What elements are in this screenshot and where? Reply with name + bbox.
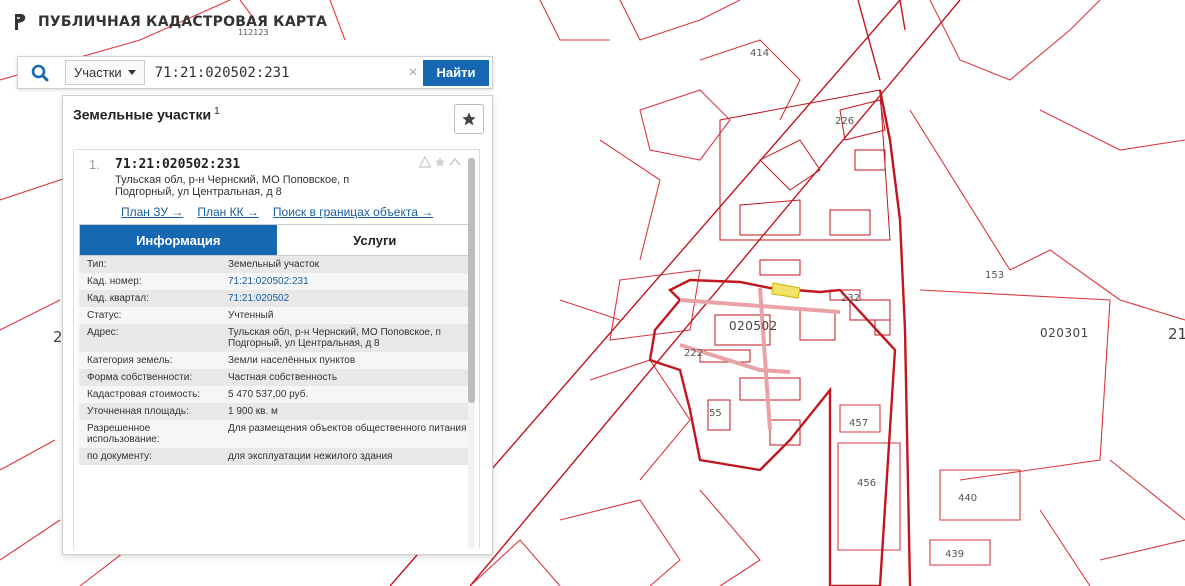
- map-label-226: 226: [835, 116, 855, 127]
- search-type-label: Участки: [74, 65, 122, 80]
- info-label: по документу:: [87, 451, 152, 462]
- map-label-439: 439: [945, 549, 965, 560]
- info-value: 5 470 537,00 руб.: [228, 389, 309, 400]
- results-count: 1: [214, 106, 220, 117]
- panel-title: Земельные участки 1: [73, 106, 220, 123]
- info-label: Категория земель:: [87, 355, 173, 366]
- map-label-020502: 020502: [729, 319, 778, 333]
- result-actions: [419, 156, 461, 168]
- info-row-permitted-use: Разрешенное использование: Для размещения…: [79, 420, 474, 448]
- cad-quarter-link[interactable]: 71:21:020502: [220, 290, 474, 307]
- favorite-star-icon[interactable]: [434, 156, 446, 168]
- info-label: Разрешенное использование:: [87, 423, 160, 445]
- info-row-by-document: по документу: для эксплуатации нежилого з…: [79, 448, 474, 465]
- results-panel: Земельные участки 1 1. 71:21:020502:231 Т…: [62, 95, 493, 555]
- tab-services[interactable]: Услуги: [276, 225, 473, 255]
- cad-number-link[interactable]: 71:21:020502:231: [220, 273, 474, 290]
- search-button[interactable]: [18, 57, 62, 88]
- collapse-chevron-icon[interactable]: [449, 156, 461, 168]
- map-label-414: 414: [750, 48, 770, 59]
- map-label-153: 153: [985, 270, 1005, 281]
- plan-zu-link[interactable]: План ЗУ →: [121, 205, 183, 219]
- info-table: Тип: Земельный участок Кад. номер: 71:21:0…: [79, 256, 474, 465]
- app-logo[interactable]: ПУБЛИЧНАЯ КАДАСТРОВАЯ КАРТА: [12, 12, 327, 32]
- info-row-status: Статус: Учтенный: [79, 307, 474, 324]
- info-label: Адрес:: [87, 327, 119, 338]
- search-bar: Участки × Найти: [17, 56, 493, 89]
- find-button[interactable]: Найти: [423, 59, 489, 86]
- info-label: Тип:: [87, 259, 107, 270]
- info-label: Статус:: [87, 310, 122, 321]
- info-row-area: Уточненная площадь: 1 900 кв. м: [79, 403, 474, 420]
- map-label-55: 55: [709, 408, 722, 419]
- info-value: Земли населённых пунктов: [228, 355, 356, 366]
- info-label: Кад. номер:: [87, 276, 142, 287]
- map-label-222: 222: [684, 348, 704, 359]
- info-row-address: Адрес: Тульская обл, р-н Чернский, МО Поп…: [79, 324, 474, 352]
- info-value: Для размещения объектов общественного пи…: [228, 423, 467, 434]
- info-value: Частная собственность: [228, 372, 338, 383]
- info-row-type: Тип: Земельный участок: [79, 256, 474, 273]
- map-label-457: 457: [849, 418, 869, 429]
- map-label-21: 21: [1168, 325, 1185, 343]
- favorites-button[interactable]: [454, 104, 484, 134]
- warning-icon[interactable]: [419, 156, 431, 168]
- result-cad-number[interactable]: 71:21:020502:231: [115, 157, 240, 172]
- info-value: 1 900 кв. м: [228, 406, 278, 417]
- result-item[interactable]: 1. 71:21:020502:231 Тульская обл, р-н Че…: [73, 149, 480, 549]
- info-row-land-category: Категория земель: Земли населённых пункто…: [79, 352, 474, 369]
- app-title: ПУБЛИЧНАЯ КАДАСТРОВАЯ КАРТА: [38, 14, 328, 30]
- info-label: Кадастровая стоимость:: [87, 389, 201, 400]
- info-value: Тульская обл, р-н Чернский, МО Поповское…: [228, 327, 441, 349]
- info-value: для эксплуатации нежилого здания: [228, 451, 393, 462]
- search-input[interactable]: [144, 60, 403, 85]
- info-label: Кад. квартал:: [87, 293, 149, 304]
- panel-title-text: Земельные участки: [73, 106, 212, 123]
- result-links: План ЗУ → План КК → Поиск в границах объ…: [121, 205, 433, 219]
- info-label: Форма собственности:: [87, 372, 193, 383]
- rosreestr-logo-icon: [15, 14, 26, 30]
- info-row-cad-value: Кадастровая стоимость: 5 470 537,00 руб.: [79, 386, 474, 403]
- result-index: 1.: [89, 157, 100, 172]
- map-label-020301: 020301: [1040, 326, 1089, 340]
- caret-down-icon: [127, 70, 136, 75]
- scroll-thumb[interactable]: [468, 158, 475, 403]
- info-value: Учтенный: [228, 310, 274, 321]
- plan-kk-link[interactable]: План КК →: [197, 205, 259, 219]
- info-label: Уточненная площадь:: [87, 406, 189, 417]
- info-row-cad-number: Кад. номер: 71:21:020502:231: [79, 273, 474, 290]
- search-icon: [31, 64, 49, 81]
- map-label-232: 232: [841, 293, 861, 304]
- tab-information[interactable]: Информация: [80, 225, 277, 255]
- result-address: Тульская обл, р-н Чернский, МО Поповское…: [115, 174, 350, 198]
- map-label-456: 456: [857, 478, 877, 489]
- info-row-cad-quarter: Кад. квартал: 71:21:020502: [79, 290, 474, 307]
- result-scrollbar[interactable]: [468, 158, 475, 548]
- star-icon: [462, 112, 476, 126]
- search-in-bounds-link[interactable]: Поиск в границах объекта →: [273, 205, 433, 219]
- info-value: Земельный участок: [228, 259, 320, 270]
- clear-icon[interactable]: ×: [403, 64, 423, 82]
- map-label-440: 440: [958, 493, 978, 504]
- result-tabs: Информация Услуги: [79, 224, 474, 256]
- search-type-select[interactable]: Участки: [65, 60, 145, 85]
- info-row-ownership: Форма собственности: Частная собственност…: [79, 369, 474, 386]
